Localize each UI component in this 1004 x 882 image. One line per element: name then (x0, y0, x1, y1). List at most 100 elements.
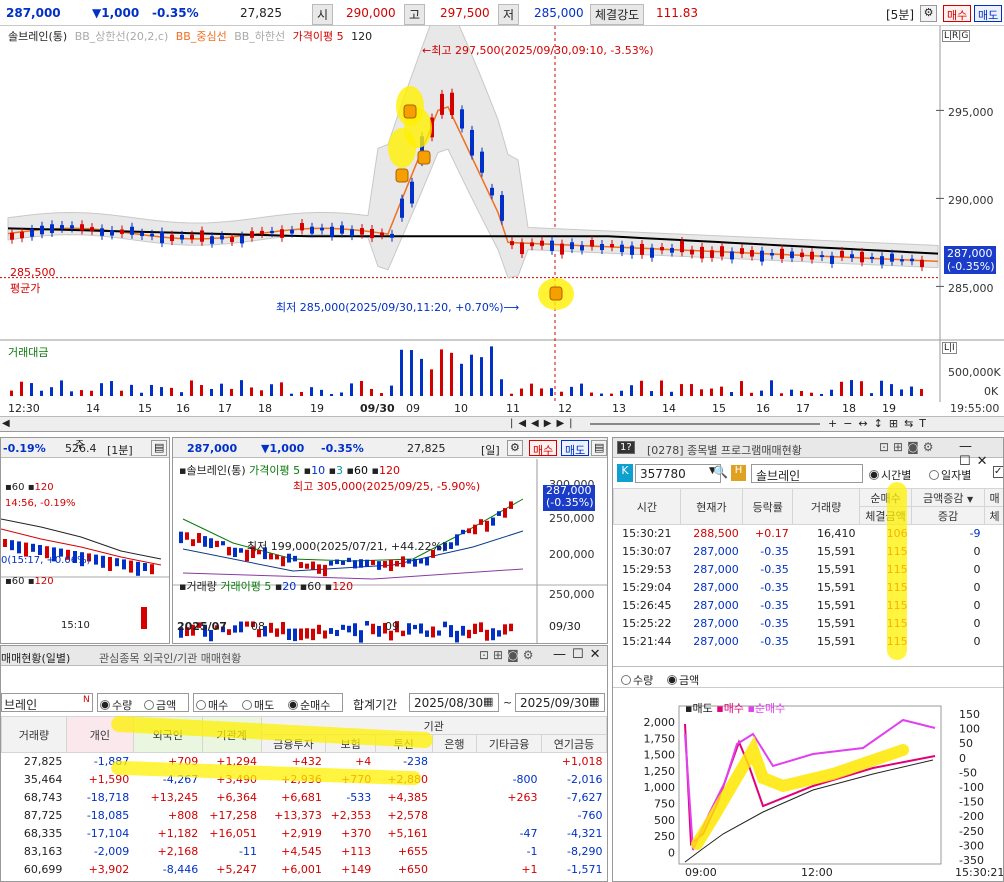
table-cell: +263 (507, 791, 538, 804)
candle (360, 228, 364, 235)
volume-bar (790, 389, 793, 396)
draw-tools[interactable]: +−↔↕⊞⇆T (828, 417, 932, 430)
table-row[interactable]: 60,699 +3,902 -8,446 +5,247 +6,001 +149 +650 +1… (2, 861, 607, 879)
table-row[interactable]: 15:30:21288,500+0.1716,410106-9 (614, 525, 1004, 543)
candle (17, 541, 21, 554)
volume-bar (10, 390, 13, 396)
program-chart[interactable]: 2,0001,7501,5001,2501,000750500250015010… (613, 694, 1003, 882)
candle (299, 562, 303, 569)
mode-time-radio[interactable]: 시간별 (869, 467, 911, 483)
table-row[interactable]: 68,335 -17,104 +1,182 +16,051 +2,919 +370 +5,1… (2, 825, 607, 843)
candle (509, 501, 513, 509)
mini-chart-left[interactable]: -0.19% 526.4 [1분] ▤ 주 ▪60 ▪120 14:56, -0… (0, 437, 170, 644)
window-controls[interactable]: —☐✕ (959, 439, 1003, 469)
table-row[interactable]: 15:29:53287,000-0.3515,5911150 (614, 561, 1004, 579)
program-trading-panel[interactable]: 1? [0278] 종목별 프로그램매매현황 ⊡⊞◙⚙ —☐✕ K 357780… (612, 437, 1004, 882)
volume-bar (30, 383, 33, 396)
window-tools-icon[interactable]: ⊡⊞◙⚙ (879, 440, 938, 454)
daily-sell-button[interactable]: 매도 (561, 440, 590, 457)
table-row[interactable]: 68,743 -18,718 +13,245 +6,364 +6,681 -533 +4,3… (2, 789, 607, 807)
vol-tick: 500,000K (948, 366, 1001, 379)
daily-chart[interactable]: 287,000 ▼1,000 -0.35% 27,825 [일] ⚙ 매수 매도… (172, 437, 608, 644)
investor-tab[interactable]: 관심종목 외국인/기관 매매현황 (99, 650, 241, 666)
table-cell: +16,051 (209, 827, 258, 840)
mode-day-radio[interactable]: 일자별 (929, 467, 971, 483)
table-row[interactable]: 15:29:04287,000-0.3515,5911150 (614, 579, 1004, 597)
volume-bar (750, 392, 753, 396)
table-row[interactable]: 15:30:07287,000-0.3515,5911150 (614, 543, 1004, 561)
table-cell: -8,290 (567, 845, 603, 858)
opt-qty-radio[interactable]: 수량 (100, 697, 132, 713)
table-row[interactable]: 83,163 -2,009 +2,168 -11 +4,545 +113 +655 -1 -8,… (2, 843, 607, 861)
gear-icon[interactable]: ⚙ (920, 5, 937, 22)
chart-scrollbar[interactable]: ◀ |◀◀▶▶| +−↔↕⊞⇆T (0, 416, 1004, 431)
volume-bar (550, 388, 553, 396)
window-tools-icon[interactable]: ⊡⊞◙⚙ (479, 648, 538, 662)
table-cell: +149 (341, 863, 372, 876)
candle (227, 546, 231, 556)
scroll-left-icon[interactable]: ◀ (2, 418, 10, 429)
candle (371, 560, 375, 566)
mode-amt-radio[interactable]: 금액 (667, 672, 699, 688)
table-cell: +1 (521, 863, 538, 876)
investor-trading-panel[interactable]: 매매현황(일별) 관심종목 외국인/기관 매매현황 ⊡⊞◙⚙ —☐✕ 브레인 N… (0, 645, 608, 882)
option-checkbox[interactable]: ✓ (993, 466, 1003, 478)
candle (860, 251, 864, 263)
candle (270, 230, 274, 234)
candle (413, 558, 417, 567)
table-cell: -47 (519, 827, 538, 840)
candle (550, 240, 554, 251)
favorite-icon[interactable]: H (731, 465, 746, 481)
candle-chart-canvas[interactable] (0, 26, 1004, 432)
candle (485, 520, 489, 532)
table-row[interactable]: 15:21:44287,000-0.3515,5911150 (614, 633, 1004, 651)
mini-left-interval[interactable]: [1분] (107, 442, 133, 458)
sell-button[interactable]: 매도 (974, 5, 1003, 22)
investor-tab-active[interactable]: 매매현황(일별) (1, 650, 70, 666)
daily-interval[interactable]: [일] (481, 442, 500, 458)
volume-bar (503, 624, 507, 635)
legend-item: 가격이평 5 (292, 30, 344, 43)
table-row[interactable]: 15:26:45287,000-0.3515,5911150 (614, 597, 1004, 615)
candle (101, 555, 105, 568)
x-tick: 12:00 (801, 866, 833, 879)
legend-item: 순매수 (754, 702, 786, 715)
investor-stock-field[interactable]: 브레인 (1, 693, 93, 712)
col-header: 거래량 (792, 488, 860, 525)
chart-nav-buttons[interactable]: |◀◀▶▶| (510, 418, 578, 429)
opt-amt-radio[interactable]: 금액 (144, 697, 176, 713)
more-button[interactable]: ▤ (151, 440, 168, 456)
intraday-chart[interactable]: 솔브레인(통) BB_상한선(20,2,c) BB_중심선 BB_하한선 가격이… (0, 26, 1004, 432)
opt-sell-radio[interactable]: 매도 (242, 697, 274, 713)
gear-icon[interactable]: ⚙ (507, 440, 523, 456)
buy-button[interactable]: 매수 (943, 5, 972, 22)
mode-qty-radio[interactable]: 수량 (621, 672, 653, 688)
table-cell: 15,591 (816, 563, 856, 576)
left-tick: 1,000 (644, 781, 676, 794)
opt-buy-radio[interactable]: 매수 (196, 697, 228, 713)
calendar-icon[interactable]: ▦ (589, 695, 599, 708)
table-cell: 287,000 (693, 599, 739, 612)
candle (350, 229, 354, 237)
opt-net-radio[interactable]: 순매수 (288, 697, 330, 713)
calendar-icon[interactable]: ▦ (483, 695, 493, 708)
interval-selector[interactable]: [5분] (886, 6, 914, 23)
x-tick: 14 (662, 402, 676, 415)
candle (210, 236, 214, 244)
zoom-slider-track[interactable] (590, 423, 820, 425)
window-controls[interactable]: —☐✕ (553, 647, 607, 662)
search-icon[interactable]: 🔍 (713, 465, 728, 479)
mini-left-tab[interactable]: 주 (75, 438, 84, 451)
volume-bar (470, 354, 473, 396)
col-header-dropdown[interactable]: 금액증감 ▼ (911, 488, 986, 507)
volume-bar (323, 630, 327, 639)
volume-corner-tag[interactable]: L|I (942, 342, 957, 354)
table-row[interactable]: 87,725 -18,085 +808 +17,258 +13,373 +2,353 +2,… (2, 807, 607, 825)
chart-corner-tag[interactable]: L|R|G (942, 30, 971, 42)
table-cell (477, 753, 542, 771)
more-button[interactable]: ▤ (591, 440, 607, 456)
volume-bar (300, 391, 303, 396)
daily-buy-button[interactable]: 매수 (529, 440, 558, 457)
table-row[interactable]: 15:25:22287,000-0.3515,5911150 (614, 615, 1004, 633)
candle (520, 242, 524, 255)
